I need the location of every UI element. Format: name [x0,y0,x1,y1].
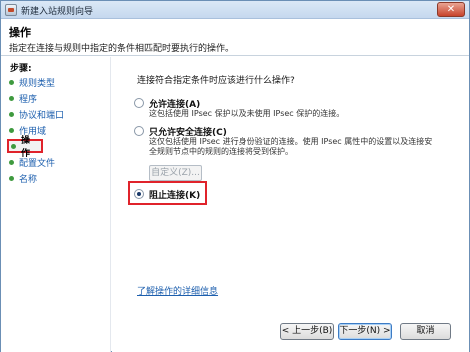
wizard-window: 新建入站规则向导 ✕ 操作 指定在连接与规则中指定的条件相匹配时要执行的操作。 … [0,0,470,352]
step-program[interactable]: 程序 [9,91,37,105]
step-bullet-icon [9,95,14,101]
step-profile[interactable]: 配置文件 [9,155,55,169]
action-question: 连接符合指定条件时应该进行什么操作? [137,76,295,86]
option-secure-desc-line-1: 这仅包括使用 IPsec 进行身份验证的连接。使用 IPsec 属性中的设置以及… [149,137,433,146]
step-bullet-icon [9,111,14,117]
step-bullet-icon [11,143,16,149]
page-description: 指定在连接与规则中指定的条件相匹配时要执行的操作。 [9,44,235,54]
page-title: 操作 [9,26,31,39]
step-label: 配置文件 [19,158,56,169]
cancel-button[interactable]: 取消 [400,323,451,340]
step-label: 程序 [19,94,38,105]
step-rule-type[interactable]: 规则类型 [9,75,55,89]
step-label: 协议和端口 [19,110,65,121]
radio-block[interactable] [134,189,144,199]
radio-allow[interactable] [134,98,144,108]
option-secure-description: 这仅包括使用 IPsec 进行身份验证的连接。使用 IPsec 属性中的设置以及… [149,137,432,157]
steps-title: 步骤: [10,64,32,74]
window-title: 新建入站规则向导 [21,7,94,17]
step-action[interactable]: 操作 [7,136,43,159]
steps-sidebar: 步骤: 规则类型 程序 协议和端口 作用域 操作 配置文件 名称 [1,57,111,352]
next-button[interactable]: 下一步(N) > [338,323,392,340]
step-bullet-icon [9,175,14,181]
step-label: 名称 [19,174,38,185]
step-label: 规则类型 [19,78,56,89]
title-bar: 新建入站规则向导 ✕ [1,1,469,19]
option-allow-desc-line: 这包括使用 IPsec 保护以及未使用 IPsec 保护的连接。 [149,109,345,118]
step-protocol-port[interactable]: 协议和端口 [9,107,64,121]
radio-secure[interactable] [134,126,144,136]
close-button[interactable]: ✕ [437,2,465,17]
main-panel: 连接符合指定条件时应该进行什么操作? 允许连接(A) 这包括使用 IPsec 保… [112,57,469,352]
step-name[interactable]: 名称 [9,171,37,185]
step-bullet-icon [9,127,14,133]
wizard-app-icon [5,4,17,16]
page-header: 操作 指定在连接与规则中指定的条件相匹配时要执行的操作。 [1,20,469,56]
step-bullet-icon [9,159,14,165]
option-block-label: 阻止连接(K) [149,191,201,201]
option-allow-description: 这包括使用 IPsec 保护以及未使用 IPsec 保护的连接。 [149,109,344,119]
customize-button[interactable]: 自定义(Z)... [149,165,202,181]
help-link[interactable]: 了解操作的详细信息 [137,284,218,297]
back-button[interactable]: < 上一步(B) [280,323,334,340]
option-secure-desc-line-2: 全规则节点中的规则的连接将受到保护。 [149,147,293,156]
step-bullet-icon [9,79,14,85]
